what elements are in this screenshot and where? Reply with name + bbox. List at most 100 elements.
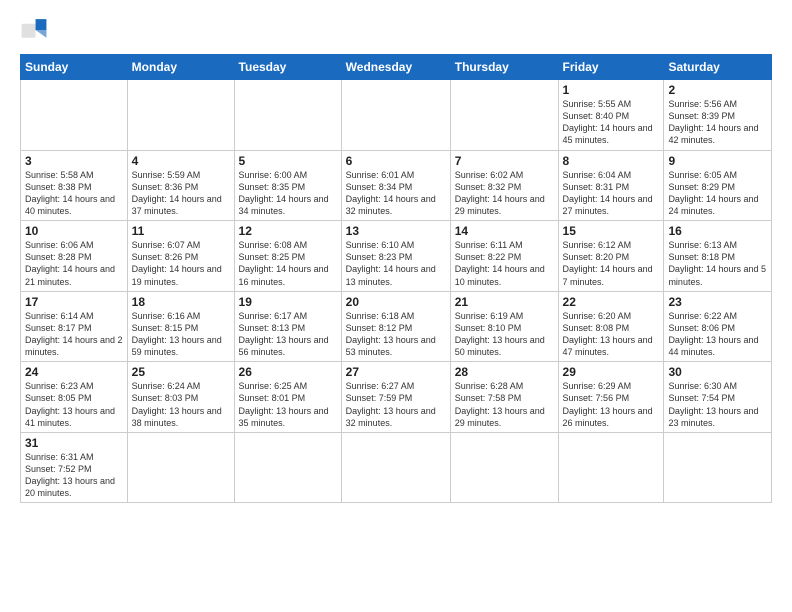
calendar-cell: 25Sunrise: 6:24 AM Sunset: 8:03 PM Dayli… xyxy=(127,362,234,433)
calendar-cell: 27Sunrise: 6:27 AM Sunset: 7:59 PM Dayli… xyxy=(341,362,450,433)
day-info: Sunrise: 6:27 AM Sunset: 7:59 PM Dayligh… xyxy=(346,380,446,429)
calendar-cell: 12Sunrise: 6:08 AM Sunset: 8:25 PM Dayli… xyxy=(234,221,341,292)
col-header-wednesday: Wednesday xyxy=(341,55,450,80)
calendar-week-1: 3Sunrise: 5:58 AM Sunset: 8:38 PM Daylig… xyxy=(21,150,772,221)
day-info: Sunrise: 6:29 AM Sunset: 7:56 PM Dayligh… xyxy=(563,380,660,429)
day-info: Sunrise: 6:05 AM Sunset: 8:29 PM Dayligh… xyxy=(668,169,767,218)
day-number: 20 xyxy=(346,295,446,309)
col-header-sunday: Sunday xyxy=(21,55,128,80)
calendar-cell xyxy=(558,432,664,503)
day-info: Sunrise: 6:07 AM Sunset: 8:26 PM Dayligh… xyxy=(132,239,230,288)
calendar-cell xyxy=(341,432,450,503)
day-number: 16 xyxy=(668,224,767,238)
day-number: 5 xyxy=(239,154,337,168)
calendar-cell xyxy=(234,432,341,503)
day-info: Sunrise: 6:14 AM Sunset: 8:17 PM Dayligh… xyxy=(25,310,123,359)
calendar-cell xyxy=(341,80,450,151)
calendar-cell xyxy=(127,432,234,503)
day-number: 31 xyxy=(25,436,123,450)
col-header-thursday: Thursday xyxy=(450,55,558,80)
calendar-cell: 26Sunrise: 6:25 AM Sunset: 8:01 PM Dayli… xyxy=(234,362,341,433)
day-info: Sunrise: 6:04 AM Sunset: 8:31 PM Dayligh… xyxy=(563,169,660,218)
col-header-monday: Monday xyxy=(127,55,234,80)
day-info: Sunrise: 5:56 AM Sunset: 8:39 PM Dayligh… xyxy=(668,98,767,147)
day-info: Sunrise: 6:17 AM Sunset: 8:13 PM Dayligh… xyxy=(239,310,337,359)
calendar-week-2: 10Sunrise: 6:06 AM Sunset: 8:28 PM Dayli… xyxy=(21,221,772,292)
calendar-table: SundayMondayTuesdayWednesdayThursdayFrid… xyxy=(20,54,772,503)
calendar-cell: 22Sunrise: 6:20 AM Sunset: 8:08 PM Dayli… xyxy=(558,291,664,362)
calendar-cell: 30Sunrise: 6:30 AM Sunset: 7:54 PM Dayli… xyxy=(664,362,772,433)
calendar-week-5: 31Sunrise: 6:31 AM Sunset: 7:52 PM Dayli… xyxy=(21,432,772,503)
day-number: 21 xyxy=(455,295,554,309)
calendar-cell: 14Sunrise: 6:11 AM Sunset: 8:22 PM Dayli… xyxy=(450,221,558,292)
col-header-saturday: Saturday xyxy=(664,55,772,80)
calendar-week-4: 24Sunrise: 6:23 AM Sunset: 8:05 PM Dayli… xyxy=(21,362,772,433)
calendar-cell: 31Sunrise: 6:31 AM Sunset: 7:52 PM Dayli… xyxy=(21,432,128,503)
day-info: Sunrise: 6:02 AM Sunset: 8:32 PM Dayligh… xyxy=(455,169,554,218)
day-info: Sunrise: 5:55 AM Sunset: 8:40 PM Dayligh… xyxy=(563,98,660,147)
day-number: 8 xyxy=(563,154,660,168)
calendar-cell: 17Sunrise: 6:14 AM Sunset: 8:17 PM Dayli… xyxy=(21,291,128,362)
calendar-cell: 23Sunrise: 6:22 AM Sunset: 8:06 PM Dayli… xyxy=(664,291,772,362)
day-number: 18 xyxy=(132,295,230,309)
calendar-cell: 13Sunrise: 6:10 AM Sunset: 8:23 PM Dayli… xyxy=(341,221,450,292)
calendar-cell: 15Sunrise: 6:12 AM Sunset: 8:20 PM Dayli… xyxy=(558,221,664,292)
calendar-cell: 24Sunrise: 6:23 AM Sunset: 8:05 PM Dayli… xyxy=(21,362,128,433)
day-number: 13 xyxy=(346,224,446,238)
day-number: 6 xyxy=(346,154,446,168)
day-number: 22 xyxy=(563,295,660,309)
col-header-friday: Friday xyxy=(558,55,664,80)
day-number: 3 xyxy=(25,154,123,168)
calendar-cell: 3Sunrise: 5:58 AM Sunset: 8:38 PM Daylig… xyxy=(21,150,128,221)
day-number: 25 xyxy=(132,365,230,379)
day-number: 28 xyxy=(455,365,554,379)
day-info: Sunrise: 6:20 AM Sunset: 8:08 PM Dayligh… xyxy=(563,310,660,359)
day-info: Sunrise: 6:06 AM Sunset: 8:28 PM Dayligh… xyxy=(25,239,123,288)
day-info: Sunrise: 6:19 AM Sunset: 8:10 PM Dayligh… xyxy=(455,310,554,359)
day-info: Sunrise: 6:01 AM Sunset: 8:34 PM Dayligh… xyxy=(346,169,446,218)
day-number: 27 xyxy=(346,365,446,379)
calendar-cell: 21Sunrise: 6:19 AM Sunset: 8:10 PM Dayli… xyxy=(450,291,558,362)
logo-icon xyxy=(20,16,48,44)
calendar-cell xyxy=(450,432,558,503)
day-number: 2 xyxy=(668,83,767,97)
day-info: Sunrise: 6:25 AM Sunset: 8:01 PM Dayligh… xyxy=(239,380,337,429)
calendar-cell: 10Sunrise: 6:06 AM Sunset: 8:28 PM Dayli… xyxy=(21,221,128,292)
day-number: 17 xyxy=(25,295,123,309)
day-info: Sunrise: 6:30 AM Sunset: 7:54 PM Dayligh… xyxy=(668,380,767,429)
calendar-cell xyxy=(21,80,128,151)
calendar-cell: 8Sunrise: 6:04 AM Sunset: 8:31 PM Daylig… xyxy=(558,150,664,221)
day-number: 15 xyxy=(563,224,660,238)
calendar-week-0: 1Sunrise: 5:55 AM Sunset: 8:40 PM Daylig… xyxy=(21,80,772,151)
calendar-page: SundayMondayTuesdayWednesdayThursdayFrid… xyxy=(0,0,792,612)
calendar-cell: 5Sunrise: 6:00 AM Sunset: 8:35 PM Daylig… xyxy=(234,150,341,221)
day-info: Sunrise: 6:28 AM Sunset: 7:58 PM Dayligh… xyxy=(455,380,554,429)
calendar-cell: 18Sunrise: 6:16 AM Sunset: 8:15 PM Dayli… xyxy=(127,291,234,362)
day-number: 24 xyxy=(25,365,123,379)
day-info: Sunrise: 6:24 AM Sunset: 8:03 PM Dayligh… xyxy=(132,380,230,429)
day-info: Sunrise: 6:18 AM Sunset: 8:12 PM Dayligh… xyxy=(346,310,446,359)
calendar-cell xyxy=(234,80,341,151)
day-info: Sunrise: 6:31 AM Sunset: 7:52 PM Dayligh… xyxy=(25,451,123,500)
calendar-cell: 7Sunrise: 6:02 AM Sunset: 8:32 PM Daylig… xyxy=(450,150,558,221)
day-number: 29 xyxy=(563,365,660,379)
day-number: 4 xyxy=(132,154,230,168)
day-number: 23 xyxy=(668,295,767,309)
calendar-cell: 2Sunrise: 5:56 AM Sunset: 8:39 PM Daylig… xyxy=(664,80,772,151)
calendar-cell: 11Sunrise: 6:07 AM Sunset: 8:26 PM Dayli… xyxy=(127,221,234,292)
calendar-cell xyxy=(127,80,234,151)
calendar-cell: 1Sunrise: 5:55 AM Sunset: 8:40 PM Daylig… xyxy=(558,80,664,151)
logo xyxy=(20,16,52,44)
calendar-cell: 4Sunrise: 5:59 AM Sunset: 8:36 PM Daylig… xyxy=(127,150,234,221)
calendar-cell: 28Sunrise: 6:28 AM Sunset: 7:58 PM Dayli… xyxy=(450,362,558,433)
day-number: 11 xyxy=(132,224,230,238)
day-number: 26 xyxy=(239,365,337,379)
day-number: 19 xyxy=(239,295,337,309)
calendar-cell: 20Sunrise: 6:18 AM Sunset: 8:12 PM Dayli… xyxy=(341,291,450,362)
calendar-header-row: SundayMondayTuesdayWednesdayThursdayFrid… xyxy=(21,55,772,80)
day-info: Sunrise: 6:22 AM Sunset: 8:06 PM Dayligh… xyxy=(668,310,767,359)
day-info: Sunrise: 6:12 AM Sunset: 8:20 PM Dayligh… xyxy=(563,239,660,288)
day-number: 7 xyxy=(455,154,554,168)
col-header-tuesday: Tuesday xyxy=(234,55,341,80)
day-info: Sunrise: 6:23 AM Sunset: 8:05 PM Dayligh… xyxy=(25,380,123,429)
